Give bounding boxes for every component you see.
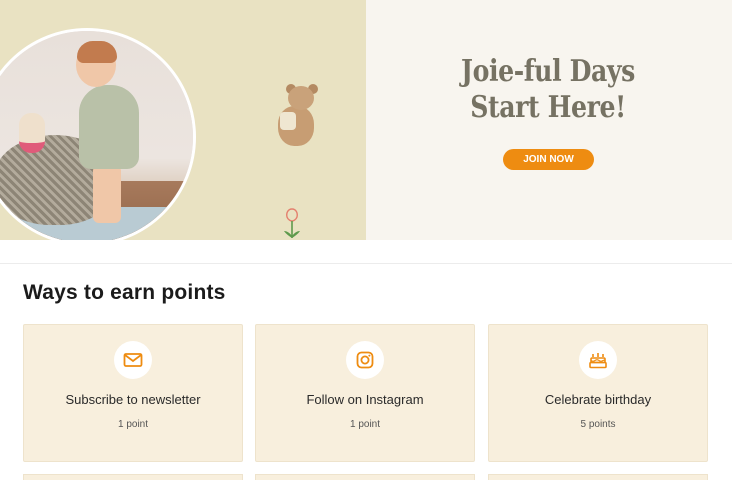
card-title: Subscribe to newsletter — [65, 392, 201, 407]
mail-icon — [123, 353, 143, 367]
icon-circle — [114, 341, 152, 379]
earn-card-birthday[interactable]: Celebrate birthday 5 points — [488, 324, 708, 462]
hero-photo — [0, 28, 196, 240]
tulip-icon — [284, 208, 300, 238]
icon-circle — [579, 341, 617, 379]
card-points: 5 points — [580, 419, 616, 430]
card-points: 1 point — [349, 419, 381, 430]
earn-card-partial[interactable] — [488, 474, 708, 480]
earn-card-partial[interactable] — [255, 474, 475, 480]
hero-headline: Joie-ful Days Start Here! — [457, 54, 638, 126]
bunny-toy — [19, 113, 45, 153]
earn-card-newsletter[interactable]: Subscribe to newsletter 1 point — [23, 324, 243, 462]
birthday-cake-icon — [589, 353, 607, 369]
earn-card-partial[interactable] — [23, 474, 243, 480]
section-divider — [0, 263, 732, 264]
toddler — [79, 85, 139, 169]
teddy-bear-illustration — [272, 84, 324, 152]
hero-banner: Joie-ful Days Start Here! JOIN NOW — [0, 0, 732, 240]
section-title: Ways to earn points — [23, 281, 226, 304]
hero-headline-line2: Start Here! — [470, 90, 626, 125]
join-now-button[interactable]: JOIN NOW — [503, 149, 594, 170]
hero-headline-line1: Joie-ful Days — [461, 54, 635, 89]
card-points: 1 point — [117, 419, 149, 430]
instagram-icon — [356, 351, 374, 369]
card-title: Celebrate birthday — [544, 392, 652, 407]
hero-image-panel — [0, 0, 366, 240]
icon-circle — [346, 341, 384, 379]
earn-card-instagram[interactable]: Follow on Instagram 1 point — [255, 324, 475, 462]
card-title: Follow on Instagram — [306, 392, 424, 407]
